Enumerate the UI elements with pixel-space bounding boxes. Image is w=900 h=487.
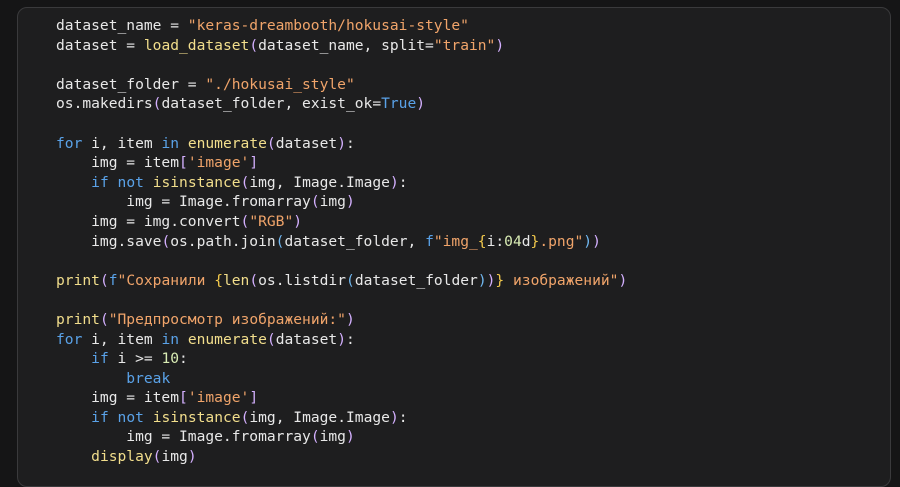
code-line: img.save(os.path.join(dataset_folder, f"… (56, 232, 601, 250)
code-line: dataset_folder = "./hokusai_style" (56, 75, 355, 93)
code-line: for i, item in enumerate(dataset): (56, 330, 355, 348)
code-line: ​ (56, 114, 627, 134)
code-line: img = img.convert("RGB") (56, 212, 303, 230)
code-line: img = item['image'] (56, 154, 259, 172)
code-line: img = Image.fromarray(img) (56, 428, 355, 446)
code-line: ​ (56, 251, 627, 271)
code-line: for i, item in enumerate(dataset): (56, 134, 355, 152)
code-line: img = Image.fromarray(img) (56, 193, 355, 211)
code-line: print(f"Сохранили {len(os.listdir(datase… (56, 271, 628, 289)
code-line: if not isinstance(img, Image.Image): (91, 173, 408, 191)
code-line: os.makedirs(dataset_folder, exist_ok=Tru… (56, 95, 426, 113)
code-line: dataset = load_dataset(dataset_name, spl… (56, 36, 505, 54)
code-line: break (126, 369, 171, 387)
code-line: if not isinstance(img, Image.Image): (91, 408, 408, 426)
code-line: display(img) (91, 448, 197, 466)
code-line: img = item['image'] (56, 389, 259, 407)
code-line: print("Предпросмотр изображений:") (56, 310, 355, 328)
code-line: if i >= 10: (91, 350, 188, 368)
code-line: dataset_name = "keras-dreambooth/hokusai… (56, 17, 469, 34)
code-block[interactable]: dataset_name = "keras-dreambooth/hokusai… (56, 16, 627, 467)
code-line: ​ (56, 55, 627, 75)
code-line: ​ (56, 290, 627, 310)
